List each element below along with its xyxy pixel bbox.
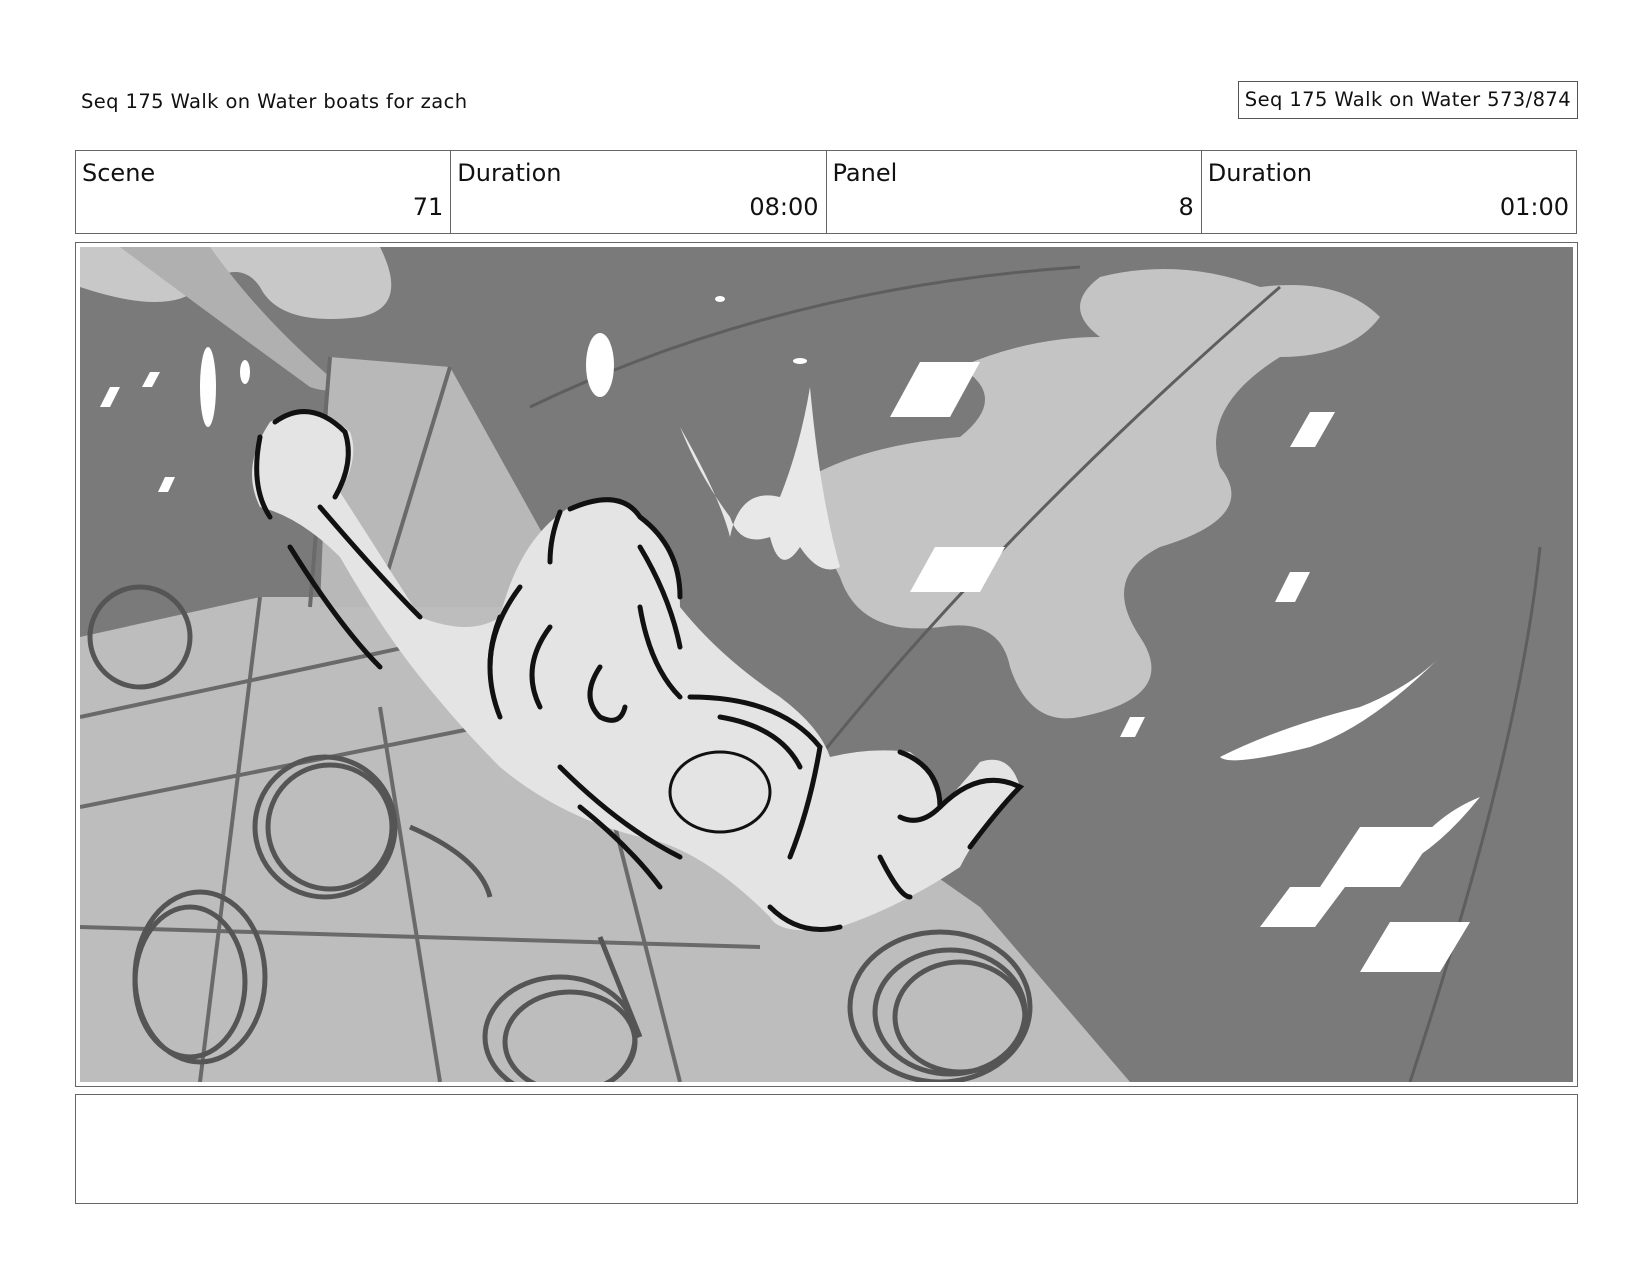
storyboard-panel — [75, 242, 1578, 1087]
panel-label: Panel — [832, 159, 898, 187]
storyboard-sketch — [80, 247, 1573, 1082]
scene-duration-cell: Duration 08:00 — [451, 151, 827, 233]
panel-value: 8 — [1178, 193, 1194, 221]
panel-duration-label: Duration — [1207, 159, 1312, 187]
panel-duration-cell: Duration 01:00 — [1202, 151, 1576, 233]
sequence-title: Seq 175 Walk on Water boats for zach — [81, 90, 468, 113]
scene-value: 71 — [412, 193, 444, 221]
scene-label: Scene — [82, 159, 156, 187]
scene-duration-value: 08:00 — [749, 193, 819, 221]
info-table: Scene 71 Duration 08:00 Panel 8 Duration… — [75, 150, 1577, 234]
page-reference: Seq 175 Walk on Water 573/874 — [1237, 81, 1578, 119]
panel-duration-value: 01:00 — [1499, 193, 1569, 221]
panel-notes — [75, 1094, 1578, 1204]
scene-cell: Scene 71 — [76, 151, 452, 233]
scene-duration-label: Duration — [457, 159, 562, 187]
panel-cell: Panel 8 — [827, 151, 1202, 233]
